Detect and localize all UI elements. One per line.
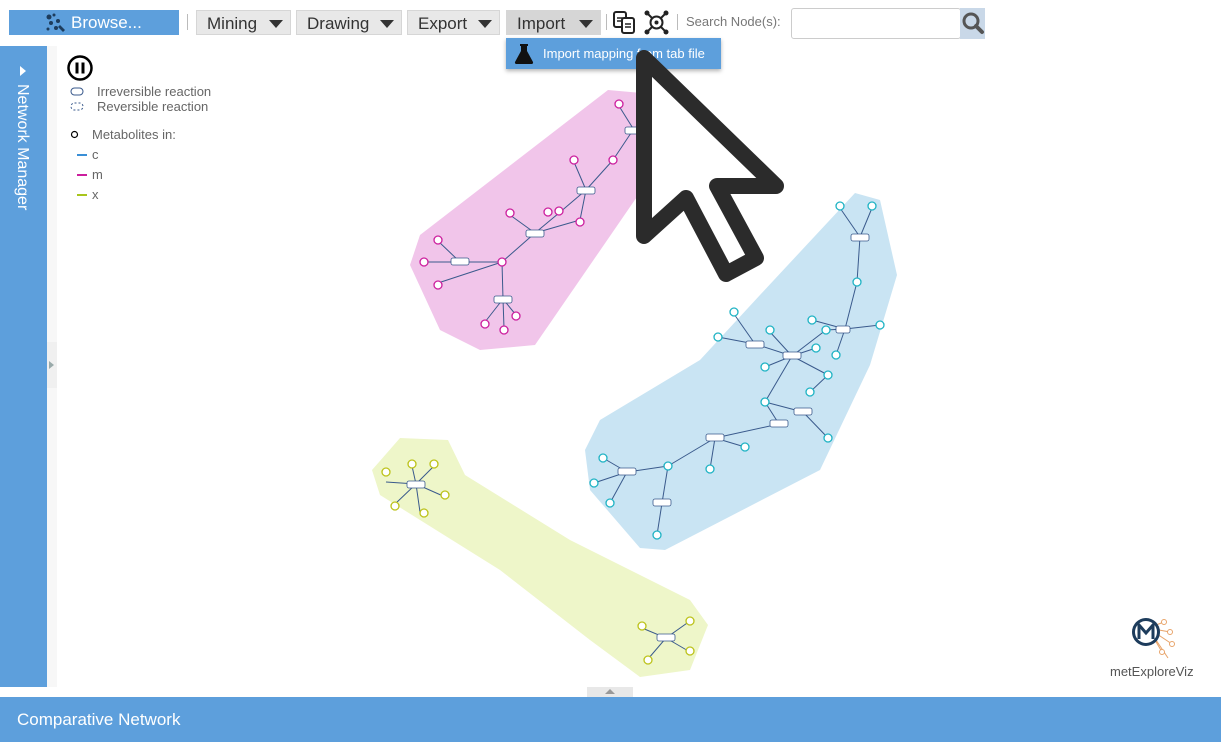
compartment-m-swatch: [77, 174, 87, 176]
search-input[interactable]: [791, 8, 961, 39]
search-label: Search Node(s):: [686, 14, 781, 29]
network-manager-title: Network Manager: [14, 84, 31, 211]
chevron-down-icon: [478, 20, 492, 28]
legend-irreversible: Irreversible reaction: [97, 84, 212, 99]
export-label: Export: [418, 14, 468, 33]
toolbar-separator: [187, 14, 188, 30]
toolbar-separator: [677, 14, 678, 30]
legend-compartment-x: x: [92, 187, 99, 202]
comparative-network-title: Comparative Network: [17, 710, 181, 729]
flask-icon: [514, 44, 534, 64]
chevron-up-icon: [605, 689, 615, 694]
network-manager-panel[interactable]: Network Manager: [0, 46, 47, 687]
browse-button[interactable]: Browse...: [9, 10, 179, 35]
legend-compartment-c: c: [92, 147, 99, 162]
chevron-down-icon: [269, 20, 283, 28]
irreversible-reaction-icon: [70, 87, 84, 96]
bottom-panel-handle[interactable]: [587, 687, 633, 697]
browse-label: Browse...: [71, 13, 142, 32]
export-menu-button[interactable]: Export: [407, 10, 500, 35]
reversible-reaction-icon: [70, 102, 84, 111]
mining-menu-button[interactable]: Mining: [196, 10, 291, 35]
logo-text: metExploreViz: [1110, 664, 1194, 679]
search-button[interactable]: [960, 8, 985, 39]
network-settings-icon[interactable]: [643, 9, 670, 36]
drawing-menu-button[interactable]: Drawing: [296, 10, 402, 35]
comparative-network-panel[interactable]: Comparative Network: [0, 697, 1221, 742]
import-menu-button[interactable]: Import: [506, 10, 601, 35]
mining-label: Mining: [207, 14, 258, 33]
browse-icon: [46, 13, 65, 32]
import-label: Import: [517, 14, 566, 33]
metexploreviz-logo: [1132, 618, 1175, 659]
collapse-handle[interactable]: [47, 342, 57, 388]
legend-reversible: Reversible reaction: [97, 99, 209, 114]
compartment-x-swatch: [77, 194, 87, 196]
chevron-right-icon: [49, 361, 54, 369]
toolbar-separator: [606, 14, 607, 30]
expand-arrow-icon[interactable]: [20, 66, 26, 76]
search-icon: [962, 12, 984, 34]
pause-layout-icon[interactable]: [67, 55, 93, 81]
drawing-label: Drawing: [307, 14, 370, 33]
legend-compartment-m: m: [92, 167, 103, 182]
mouse-cursor-icon: [636, 50, 784, 282]
chevron-down-icon: [579, 20, 593, 28]
compare-networks-icon[interactable]: [612, 10, 637, 35]
chevron-down-icon: [380, 20, 394, 28]
compartment-c-swatch: [77, 154, 87, 156]
metabolite-icon: [70, 130, 79, 139]
legend-metabolites-title: Metabolites in:: [92, 127, 176, 142]
